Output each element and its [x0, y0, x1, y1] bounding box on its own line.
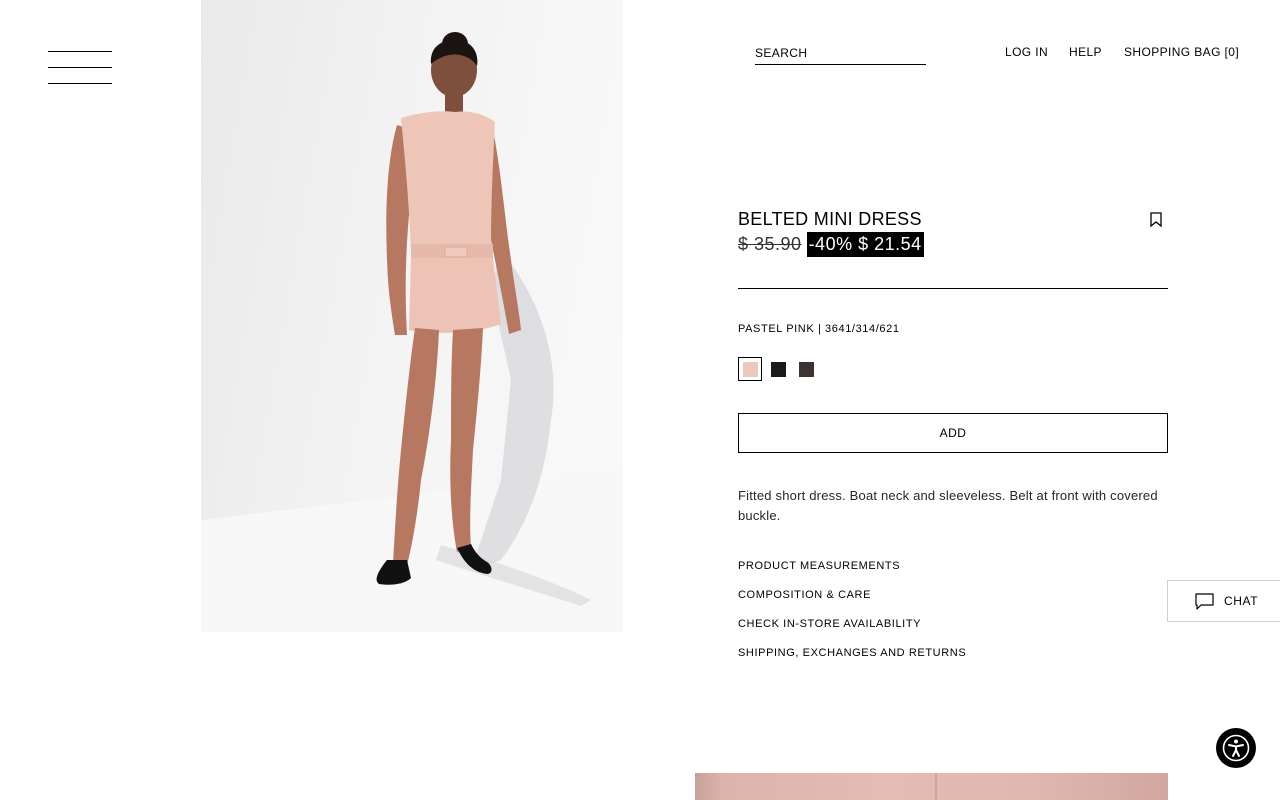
search-input[interactable] — [755, 46, 926, 60]
color-info: PASTEL PINK | 3641/314/621 — [738, 323, 900, 335]
composition-care-link[interactable]: COMPOSITION & CARE — [738, 589, 871, 601]
original-price: $ 35.90 — [738, 234, 802, 254]
bookmark-icon[interactable] — [1149, 212, 1163, 228]
help-link[interactable]: HELP — [1069, 45, 1102, 59]
search-field[interactable] — [755, 44, 926, 65]
discount-percent: -40% — [808, 234, 853, 254]
product-measurements-link[interactable]: PRODUCT MEASUREMENTS — [738, 560, 900, 572]
accessibility-button[interactable] — [1216, 728, 1256, 768]
sale-price-badge: -40% $ 21.54 — [806, 232, 924, 257]
shipping-returns-link[interactable]: SHIPPING, EXCHANGES AND RETURNS — [738, 647, 966, 659]
hamburger-menu-icon[interactable] — [48, 51, 112, 85]
menu-line — [48, 67, 112, 68]
swatch-pastel-pink[interactable] — [738, 357, 762, 381]
store-availability-link[interactable]: CHECK IN-STORE AVAILABILITY — [738, 618, 921, 630]
chat-bubble-icon — [1195, 592, 1214, 610]
swatch-color — [770, 361, 786, 377]
menu-line — [48, 51, 112, 52]
chat-label: CHAT — [1224, 594, 1259, 608]
product-description: Fitted short dress. Boat neck and sleeve… — [738, 488, 1158, 523]
swatch-color — [798, 361, 814, 377]
swatch-black[interactable] — [766, 357, 790, 381]
product-image[interactable] — [201, 0, 623, 632]
swatch-color — [742, 361, 758, 377]
product-title: BELTED MINI DRESS — [738, 209, 922, 229]
login-link[interactable]: LOG IN — [1005, 45, 1048, 59]
chat-button[interactable]: CHAT — [1167, 580, 1280, 622]
accessibility-icon — [1222, 734, 1250, 762]
product-image-secondary[interactable] — [695, 773, 1168, 800]
add-to-bag-button[interactable]: ADD — [738, 413, 1168, 453]
menu-line — [48, 83, 112, 84]
sale-price: $ 21.54 — [858, 234, 922, 254]
shopping-bag-link[interactable]: SHOPPING BAG [0] — [1124, 45, 1239, 59]
price-row: $ 35.90 -40% $ 21.54 — [738, 232, 924, 257]
garment-seam — [935, 773, 937, 800]
divider — [738, 288, 1168, 289]
swatch-dark-brown[interactable] — [794, 357, 818, 381]
